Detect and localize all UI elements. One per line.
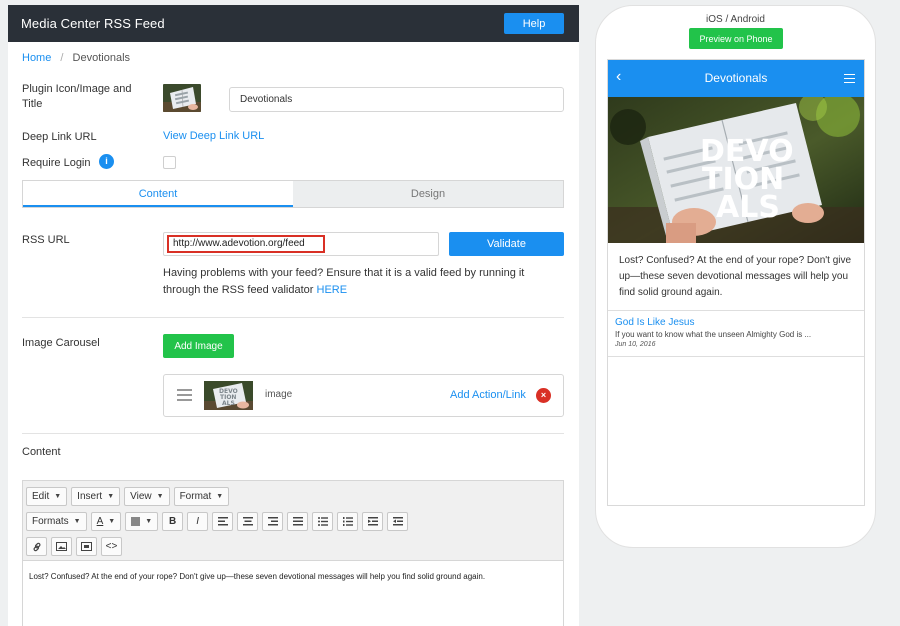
- editor-menu-edit[interactable]: Edit ▼: [26, 487, 68, 506]
- add-action-link[interactable]: Add Action/Link: [450, 389, 526, 401]
- editor-menu-format[interactable]: Format ▼: [173, 487, 230, 506]
- link-icon[interactable]: [26, 537, 47, 556]
- remove-icon[interactable]: ×: [536, 388, 551, 403]
- chevron-down-icon: ▼: [145, 518, 153, 525]
- rss-url-value: http://www.adevotion.org/feed: [167, 235, 325, 253]
- chevron-down-icon: ▼: [54, 493, 62, 500]
- carousel-item: DEVO TION ALS image Add Action/Link ×: [163, 374, 564, 417]
- indent-icon[interactable]: [387, 512, 409, 531]
- feed-intro-text: Lost? Confused? At the end of your rope?…: [608, 243, 864, 311]
- top-bar: Media Center RSS Feed Help: [8, 5, 579, 42]
- feed-item-date: Jun 10, 2016: [615, 341, 656, 348]
- italic-button[interactable]: I: [187, 512, 209, 531]
- carousel-item-label: image: [265, 389, 293, 400]
- media-icon[interactable]: [76, 537, 97, 556]
- source-code-icon[interactable]: <>: [101, 537, 122, 556]
- preview-on-phone-button[interactable]: Preview on Phone: [689, 28, 783, 49]
- plugin-title-input[interactable]: Devotionals: [229, 87, 564, 112]
- hero-image: DEVO TION ALS: [608, 97, 864, 243]
- tab-design[interactable]: Design: [293, 181, 563, 207]
- plugin-settings-panel: Media Center RSS Feed Help Home / Devoti…: [8, 5, 579, 626]
- align-center-icon[interactable]: [237, 512, 259, 531]
- deep-link-label: Deep Link URL: [22, 131, 97, 143]
- image-carousel-label: Image Carousel: [22, 337, 100, 349]
- align-left-icon[interactable]: [212, 512, 234, 531]
- help-button[interactable]: Help: [504, 13, 564, 34]
- carousel-thumbnail: DEVO TION ALS: [204, 381, 253, 410]
- chevron-down-icon: ▼: [156, 493, 164, 500]
- editor-menu-insert[interactable]: Insert ▼: [71, 487, 121, 506]
- numbered-list-icon[interactable]: [337, 512, 359, 531]
- rss-url-input[interactable]: http://www.adevotion.org/feed: [163, 232, 439, 256]
- rss-validator-link[interactable]: HERE: [317, 284, 348, 296]
- text-color-button[interactable]: A ▼: [90, 512, 122, 531]
- feed-list-item[interactable]: God Is Like Jesus If you want to know wh…: [608, 311, 864, 357]
- bold-button[interactable]: B: [162, 512, 184, 531]
- align-right-icon[interactable]: [262, 512, 284, 531]
- section-divider: [22, 317, 564, 318]
- breadcrumb: Home / Devotionals: [22, 52, 130, 64]
- add-image-button[interactable]: Add Image: [163, 334, 234, 358]
- plugin-icon-thumbnail[interactable]: [163, 84, 201, 112]
- svg-text:ALS: ALS: [222, 400, 235, 407]
- app-screen-title: Devotionals: [704, 71, 768, 85]
- outdent-icon[interactable]: [362, 512, 384, 531]
- chevron-down-icon: ▼: [107, 493, 115, 500]
- drag-handle-icon[interactable]: [177, 389, 192, 401]
- breadcrumb-current: Devotionals: [72, 52, 131, 64]
- align-justify-icon[interactable]: [287, 512, 309, 531]
- view-deep-link-link[interactable]: View Deep Link URL: [163, 130, 264, 142]
- platform-label: iOS / Android: [706, 14, 765, 25]
- rss-url-label: RSS URL: [22, 234, 70, 246]
- hero-text-line: ALS: [716, 190, 780, 225]
- formats-dropdown[interactable]: Formats ▼: [26, 512, 87, 531]
- rss-help-text: Having problems with your feed? Ensure t…: [163, 265, 563, 299]
- editor-body[interactable]: Lost? Confused? At the end of your rope?…: [23, 561, 563, 593]
- editor-menu-view[interactable]: View ▼: [124, 487, 170, 506]
- require-login-checkbox[interactable]: [163, 156, 176, 169]
- validate-button[interactable]: Validate: [449, 232, 564, 256]
- hamburger-menu-icon[interactable]: [844, 74, 855, 86]
- background-color-button[interactable]: ▼: [125, 512, 159, 531]
- settings-tabs: Content Design: [22, 180, 564, 208]
- phone-preview: iOS / Android Preview on Phone ‹ Devotio…: [595, 5, 876, 548]
- editor-toolbar: Edit ▼ Insert ▼ View ▼ Format ▼ Formats ▼ A ▼ …: [23, 481, 563, 561]
- breadcrumb-home-link[interactable]: Home: [22, 52, 51, 64]
- feed-item-description: If you want to know what the unseen Almi…: [615, 330, 812, 339]
- chevron-down-icon: ▼: [73, 518, 81, 525]
- section-divider: [22, 433, 564, 434]
- content-label: Content: [22, 446, 61, 458]
- tab-content[interactable]: Content: [23, 181, 293, 207]
- bullet-list-icon[interactable]: [312, 512, 334, 531]
- info-icon[interactable]: i: [99, 154, 114, 169]
- feed-item-title[interactable]: God Is Like Jesus: [615, 316, 857, 329]
- phone-screen: ‹ Devotionals DEVO TION ALS Lost? Confus…: [607, 59, 865, 506]
- image-icon[interactable]: [51, 537, 72, 556]
- breadcrumb-separator: /: [60, 52, 64, 64]
- highlight-icon: [131, 517, 141, 526]
- chevron-down-icon: ▼: [216, 493, 224, 500]
- app-header: ‹ Devotionals: [608, 60, 864, 97]
- rich-text-editor: Edit ▼ Insert ▼ View ▼ Format ▼ Formats ▼ A ▼ …: [22, 480, 564, 626]
- chevron-down-icon: ▼: [108, 518, 116, 525]
- require-login-label: Require Login: [22, 157, 91, 169]
- page-title: Media Center RSS Feed: [21, 16, 165, 31]
- plugin-icon-label: Plugin Icon/Image and Title: [22, 83, 132, 110]
